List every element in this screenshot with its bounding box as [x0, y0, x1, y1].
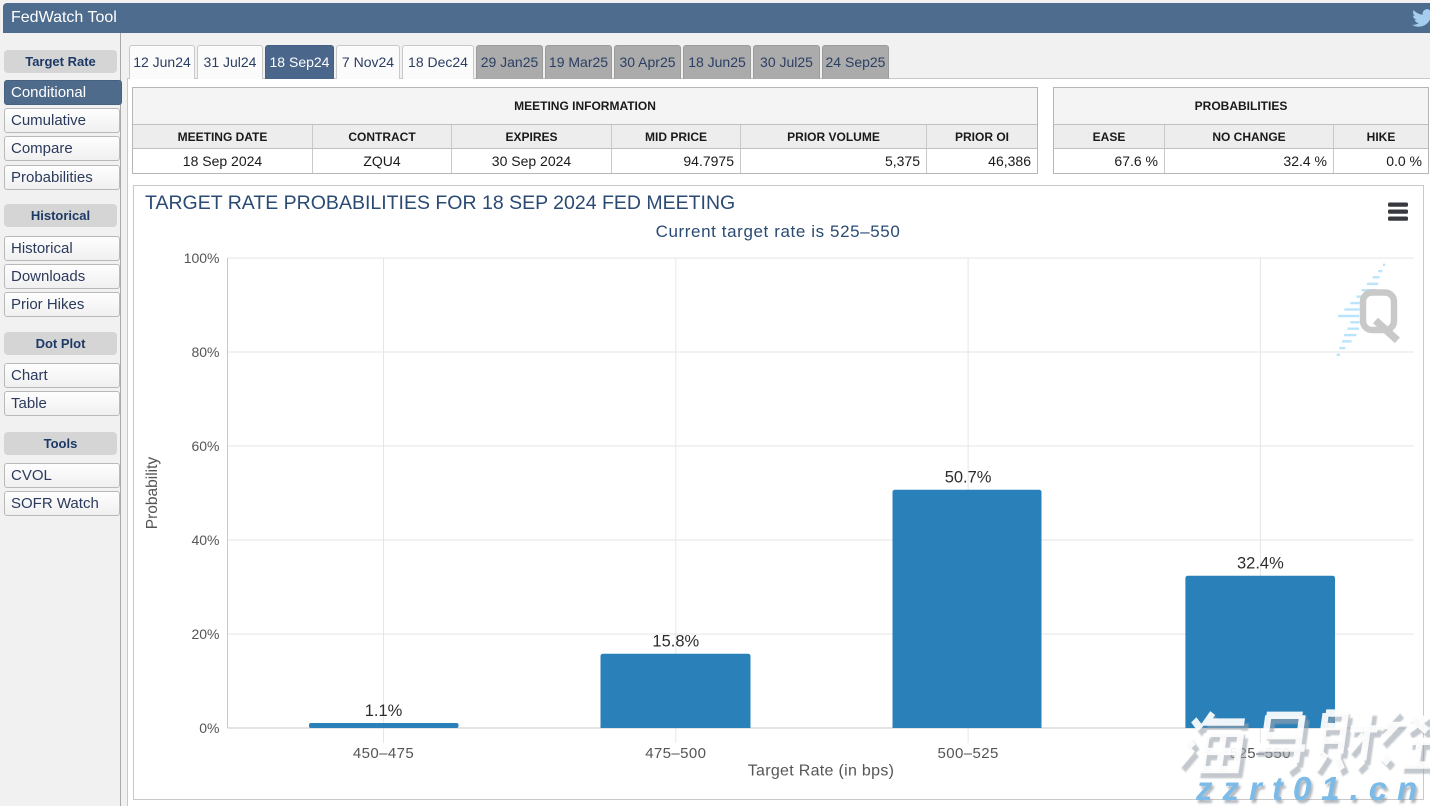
svg-text:50.7%: 50.7%: [945, 469, 992, 487]
svg-text:100%: 100%: [184, 250, 220, 266]
svg-text:450–475: 450–475: [353, 745, 414, 762]
svg-text:0%: 0%: [199, 720, 219, 736]
svg-text:80%: 80%: [191, 344, 219, 360]
svg-text:40%: 40%: [191, 532, 219, 548]
svg-text:20%: 20%: [191, 626, 219, 642]
svg-text:32.4%: 32.4%: [1237, 555, 1284, 573]
svg-text:Probability: Probability: [144, 457, 161, 530]
svg-text:Current target rate is 525–550: Current target rate is 525–550: [656, 222, 901, 241]
svg-text:15.8%: 15.8%: [652, 633, 699, 651]
svg-text:Target Rate (in bps): Target Rate (in bps): [748, 763, 895, 780]
svg-text:60%: 60%: [191, 438, 219, 454]
svg-text:475–500: 475–500: [645, 745, 706, 762]
svg-text:TARGET RATE PROBABILITIES FOR: TARGET RATE PROBABILITIES FOR 18 SEP 202…: [145, 192, 735, 214]
svg-text:500–525: 500–525: [937, 745, 998, 762]
svg-text:1.1%: 1.1%: [365, 702, 403, 720]
